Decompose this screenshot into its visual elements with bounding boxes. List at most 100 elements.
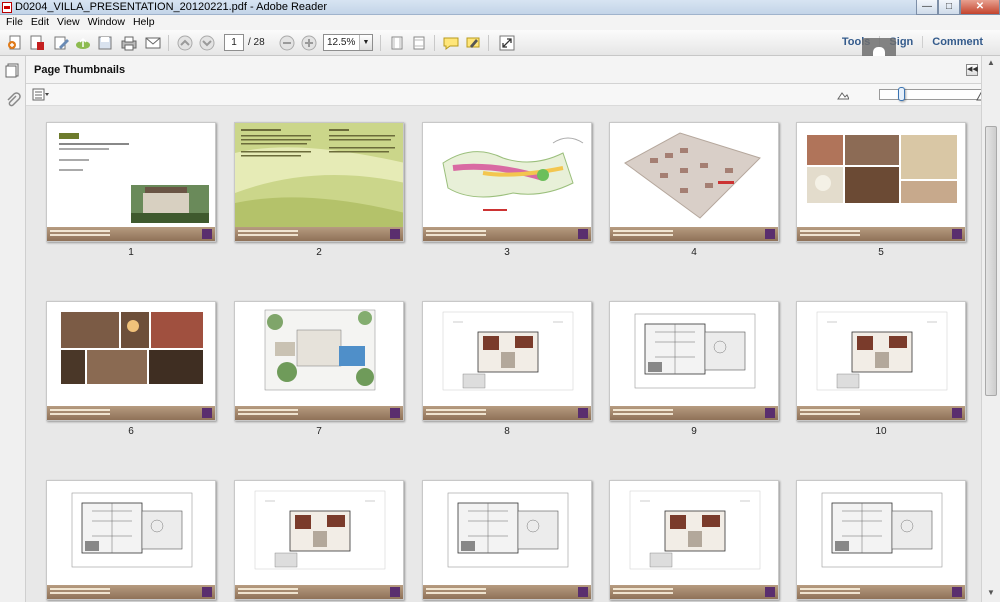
scroll-up-icon[interactable]: ▲ — [985, 58, 997, 70]
page-thumbnail[interactable] — [796, 122, 966, 242]
menu-help[interactable]: Help — [131, 15, 161, 30]
page-number-label: 6 — [128, 426, 134, 437]
thumbnails-panel-header: Page Thumbnails ◀◀ ✕ — [26, 56, 1000, 84]
page-number-label: 1 — [128, 247, 134, 258]
thumbnail-footer — [47, 585, 215, 599]
thumbnail-footer — [235, 585, 403, 599]
navigation-pane — [0, 56, 26, 602]
slider-thumb[interactable] — [898, 87, 905, 101]
toolbar-separator — [380, 35, 381, 51]
options-menu-icon[interactable] — [32, 88, 50, 101]
close-button[interactable]: ✕ — [960, 0, 1000, 15]
thumbnail-footer — [235, 227, 403, 241]
thumbnail-image — [610, 481, 778, 587]
thumbnail-footer — [610, 585, 778, 599]
toolbar-separator — [168, 35, 169, 51]
page-number-label: 8 — [504, 426, 510, 437]
zoom-in-icon[interactable] — [300, 34, 318, 52]
page-thumbnail[interactable] — [796, 301, 966, 421]
convert-pdf-icon[interactable] — [28, 34, 46, 52]
zoom-level-select[interactable]: 12.5% ▼ — [323, 34, 373, 51]
page-number-label: 2 — [316, 247, 322, 258]
thumbnail-footer — [423, 406, 591, 420]
thumbnail-image — [47, 302, 215, 408]
thumbnail-image — [423, 481, 591, 587]
thumbnail-footer — [797, 406, 965, 420]
page-thumbnail[interactable] — [422, 480, 592, 600]
fit-page-icon[interactable] — [388, 34, 406, 52]
edit-icon[interactable] — [52, 34, 70, 52]
page-thumbnails-icon[interactable] — [5, 62, 21, 78]
panel-title: Page Thumbnails — [34, 64, 126, 76]
page-thumbnail[interactable] — [796, 480, 966, 600]
thumbnail-image — [797, 302, 965, 408]
window-controls: — □ ✕ — [916, 0, 1000, 15]
page-thumbnail[interactable] — [609, 301, 779, 421]
task-links: Tools Sign Comment — [833, 36, 992, 48]
thumbnail-footer — [423, 585, 591, 599]
comment-link[interactable]: Comment — [922, 36, 992, 48]
page-number-label: 5 — [878, 247, 884, 258]
page-thumbnail[interactable] — [234, 122, 404, 242]
maximize-button[interactable]: □ — [938, 0, 960, 15]
page-thumbnail[interactable] — [422, 122, 592, 242]
print-icon[interactable] — [120, 34, 138, 52]
page-thumbnail[interactable] — [422, 301, 592, 421]
zoom-out-icon[interactable] — [278, 34, 296, 52]
fit-width-icon[interactable] — [410, 34, 428, 52]
menu-edit[interactable]: Edit — [29, 15, 55, 30]
paperclip-icon[interactable] — [5, 92, 21, 108]
toolbar-separator — [488, 35, 489, 51]
thumbnail-footer — [423, 227, 591, 241]
scroll-thumb[interactable] — [985, 126, 997, 396]
thumbnail-image — [235, 302, 403, 408]
menu-view[interactable]: View — [55, 15, 86, 30]
thumbnail-image — [610, 123, 778, 229]
page-thumbnail[interactable] — [46, 122, 216, 242]
page-number-input[interactable]: 1 — [224, 34, 244, 51]
page-number-label: 9 — [691, 426, 697, 437]
page-thumbnail[interactable] — [609, 122, 779, 242]
thumbnail-footer — [47, 227, 215, 241]
scroll-down-icon[interactable]: ▼ — [985, 588, 997, 600]
page-thumbnail[interactable] — [234, 301, 404, 421]
menu-bar: File Edit View Window Help — [0, 15, 1000, 30]
thumbnail-footer — [797, 585, 965, 599]
page-number-label: 3 — [504, 247, 510, 258]
toolbar: 1 / 28 12.5% ▼ Tools Sign Comment — [0, 30, 1000, 56]
next-page-icon[interactable] — [198, 34, 216, 52]
page-number-label: 7 — [316, 426, 322, 437]
page-thumbnail[interactable] — [609, 480, 779, 600]
menu-window[interactable]: Window — [86, 15, 131, 30]
email-icon[interactable] — [144, 34, 162, 52]
zoom-level-value: 12.5% — [327, 37, 356, 48]
comment-icon[interactable] — [442, 34, 460, 52]
thumbnail-footer — [47, 406, 215, 420]
toolbar-separator — [434, 35, 435, 51]
thumbnail-footer — [235, 406, 403, 420]
fullscreen-icon[interactable] — [498, 34, 516, 52]
page-thumbnail[interactable] — [234, 480, 404, 600]
minimize-button[interactable]: — — [916, 0, 938, 15]
collapse-panel-icon[interactable]: ◀◀ — [966, 64, 978, 76]
create-pdf-icon[interactable] — [6, 34, 24, 52]
page-number-label: 10 — [875, 426, 887, 437]
highlight-icon[interactable] — [464, 34, 482, 52]
thumbnail-footer — [797, 227, 965, 241]
thumbnail-footer — [610, 227, 778, 241]
previous-page-icon[interactable] — [176, 34, 194, 52]
small-mountain-icon[interactable] — [837, 90, 849, 100]
window-title: D0204_VILLA_PRESENTATION_20120221.pdf - … — [15, 1, 328, 13]
vertical-scrollbar[interactable]: ▲ ▼ — [981, 56, 1000, 602]
thumbnail-image — [235, 123, 403, 229]
cloud-upload-icon[interactable] — [74, 34, 92, 52]
page-thumbnail[interactable] — [46, 301, 216, 421]
chevron-down-icon[interactable]: ▼ — [359, 35, 372, 50]
page-thumbnail[interactable] — [46, 480, 216, 600]
menu-file[interactable]: File — [4, 15, 29, 30]
thumbnail-image — [423, 302, 591, 408]
save-icon[interactable] — [96, 34, 114, 52]
thumbnail-image — [797, 481, 965, 587]
thumbnails-options-bar — [26, 84, 1000, 106]
thumbnail-footer — [610, 406, 778, 420]
